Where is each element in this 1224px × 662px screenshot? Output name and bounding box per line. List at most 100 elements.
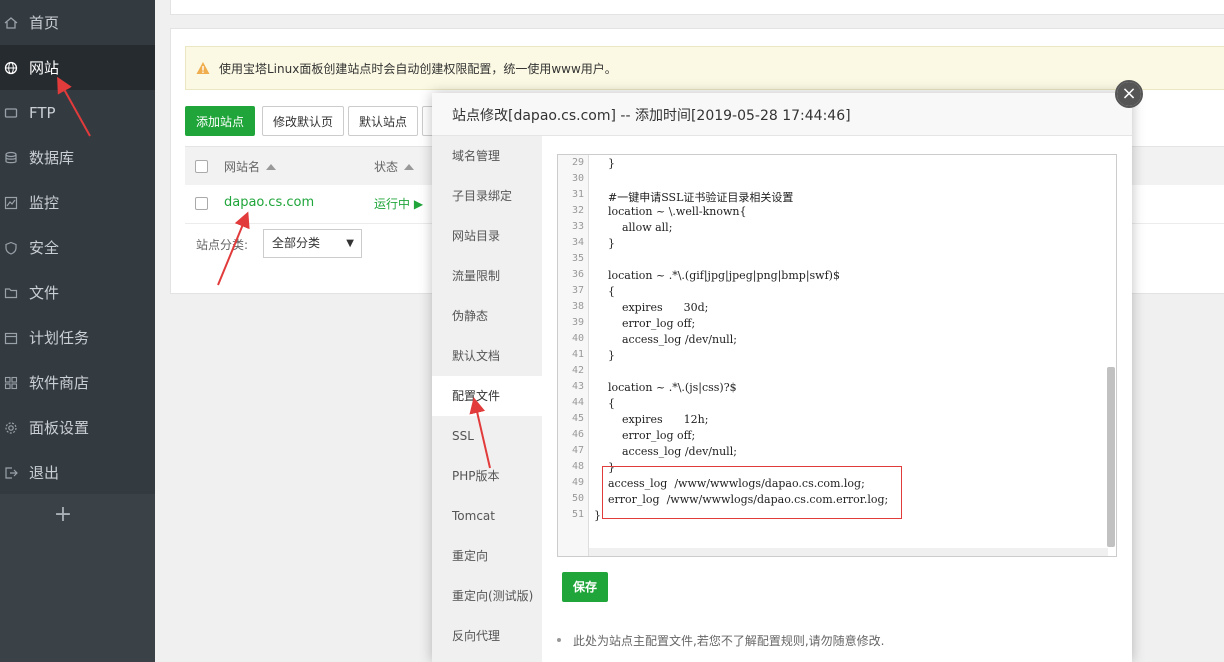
monitor-icon [4, 196, 18, 210]
tab-reverse-proxy[interactable]: 反向代理 [432, 616, 542, 656]
sidebar-item-ftp[interactable]: FTP [0, 90, 155, 135]
code-line: expires 12h; [594, 413, 709, 426]
sidebar-item-label: 计划任务 [29, 329, 90, 347]
add-menu-button[interactable]: + [52, 500, 74, 530]
close-icon[interactable]: × [1117, 82, 1141, 106]
line-number: 41 [571, 349, 584, 360]
sidebar-item-store[interactable]: 软件商店 [0, 360, 155, 405]
code-line: access_log /dev/null; [594, 445, 737, 458]
sidebar-item-label: 安全 [29, 239, 60, 257]
code-line: } [594, 349, 615, 362]
line-number: 49 [571, 477, 584, 488]
folder-icon [4, 286, 18, 300]
code-line: allow all; [594, 221, 673, 234]
site-status[interactable]: 运行中 ▶ [374, 195, 423, 212]
line-number: 30 [571, 173, 584, 184]
sidebar-item-logout[interactable]: 退出 [0, 450, 155, 495]
save-button[interactable]: 保存 [562, 572, 608, 602]
sidebar-item-label: 网站 [29, 59, 60, 77]
tab-tomcat[interactable]: Tomcat [432, 496, 542, 536]
line-number: 45 [571, 413, 584, 424]
tab-subdir[interactable]: 子目录绑定 [432, 176, 542, 216]
logout-icon [4, 466, 18, 480]
add-site-button[interactable]: 添加站点 [185, 106, 255, 136]
tab-redirect[interactable]: 重定向 [432, 536, 542, 576]
line-number: 50 [571, 493, 584, 504]
ftp-icon [4, 106, 18, 120]
sidebar-footer [0, 494, 155, 662]
database-icon [4, 151, 18, 165]
tab-ssl[interactable]: SSL [432, 416, 542, 456]
default-site-button[interactable]: 默认站点 [348, 106, 418, 136]
sidebar-item-label: 首页 [29, 14, 60, 32]
modal-title-bar: 站点修改[dapao.cs.com] -- 添加时间[2019-05-28 17… [432, 93, 1132, 136]
vertical-scrollbar[interactable] [1107, 367, 1115, 547]
select-all-checkbox[interactable] [195, 160, 208, 173]
line-number: 31 [571, 189, 584, 200]
sidebar-item-website[interactable]: 网站 [0, 45, 155, 90]
code-line: access_log /dev/null; [594, 333, 737, 346]
sidebar-item-security[interactable]: 安全 [0, 225, 155, 270]
tab-php-version[interactable]: PHP版本 [432, 456, 542, 496]
sidebar-item-monitor[interactable]: 监控 [0, 180, 155, 225]
sidebar-item-label: FTP [29, 103, 56, 122]
line-number: 40 [571, 333, 584, 344]
tab-traffic-limit[interactable]: 流量限制 [432, 256, 542, 296]
line-number: 35 [571, 253, 584, 264]
horizontal-scrollbar[interactable] [589, 548, 1108, 556]
sidebar-item-cron[interactable]: 计划任务 [0, 315, 155, 360]
tab-rewrite[interactable]: 伪静态 [432, 296, 542, 336]
tab-config-file[interactable]: 配置文件 [432, 376, 542, 416]
code-line: expires 30d; [594, 301, 709, 314]
code-line: location ~ .*\.(gif|jpg|jpeg|png|bmp|swf… [594, 269, 840, 282]
code-line: } [594, 237, 615, 250]
line-number: 38 [571, 301, 584, 312]
home-icon [4, 16, 18, 30]
tab-site-dir[interactable]: 网站目录 [432, 216, 542, 256]
sidebar-item-settings[interactable]: 面板设置 [0, 405, 155, 450]
annotation-highlight-box [602, 466, 902, 519]
code-line: { [594, 397, 615, 410]
sidebar-item-home[interactable]: 首页 [0, 0, 155, 45]
tab-domain[interactable]: 域名管理 [432, 136, 542, 176]
column-site-name[interactable]: 网站名 [224, 158, 277, 175]
modal-tabs: 域名管理 子目录绑定 网站目录 流量限制 伪静态 默认文档 配置文件 SSL P… [432, 136, 542, 662]
category-select[interactable]: 全部分类 ▼ [263, 229, 362, 258]
notice-bar: 使用宝塔Linux面板创建站点时会自动创建权限配置，统一使用www用户。 [185, 46, 1224, 90]
code-line: error_log off; [594, 429, 696, 442]
sidebar-item-label: 数据库 [29, 149, 75, 167]
config-hint: 此处为站点主配置文件,若您不了解配置规则,请勿随意修改. [557, 632, 884, 649]
line-number: 43 [571, 381, 584, 392]
sidebar-item-label: 软件商店 [29, 374, 90, 392]
tab-redirect-beta[interactable]: 重定向(测试版) [432, 576, 542, 616]
sidebar-item-label: 文件 [29, 284, 60, 302]
sidebar-item-label: 退出 [29, 464, 60, 482]
line-number: 36 [571, 269, 584, 280]
site-name-link[interactable]: dapao.cs.com [224, 195, 314, 210]
line-number-gutter: 29 30 31 32 33 34 35 36 37 38 39 40 41 42 43 44 45 46 47 48… [558, 155, 589, 556]
globe-icon [4, 61, 18, 75]
line-number: 34 [571, 237, 584, 248]
code-line: } [594, 509, 601, 522]
notice-text: 使用宝塔Linux面板创建站点时会自动创建权限配置，统一使用www用户。 [219, 61, 617, 76]
code-line: error_log off; [594, 317, 696, 330]
line-number: 39 [571, 317, 584, 328]
sidebar-item-database[interactable]: 数据库 [0, 135, 155, 180]
sidebar-item-label: 监控 [29, 194, 60, 212]
column-status[interactable]: 状态 [374, 158, 415, 175]
tab-default-doc[interactable]: 默认文档 [432, 336, 542, 376]
gear-icon [4, 421, 18, 435]
modify-default-page-button[interactable]: 修改默认页 [262, 106, 344, 136]
sidebar-item-files[interactable]: 文件 [0, 270, 155, 315]
line-number: 46 [571, 429, 584, 440]
code-line: { [594, 285, 615, 298]
line-number: 37 [571, 285, 584, 296]
shield-icon [4, 241, 18, 255]
apps-icon [4, 376, 18, 390]
line-number: 44 [571, 397, 584, 408]
line-number: 51 [571, 509, 584, 520]
bullet-icon [557, 638, 561, 642]
row-checkbox[interactable] [195, 197, 208, 210]
code-line: #一键申请SSL证书验证目录相关设置 [594, 191, 794, 204]
code-line: location ~ .*\.(js|css)?$ [594, 381, 737, 394]
